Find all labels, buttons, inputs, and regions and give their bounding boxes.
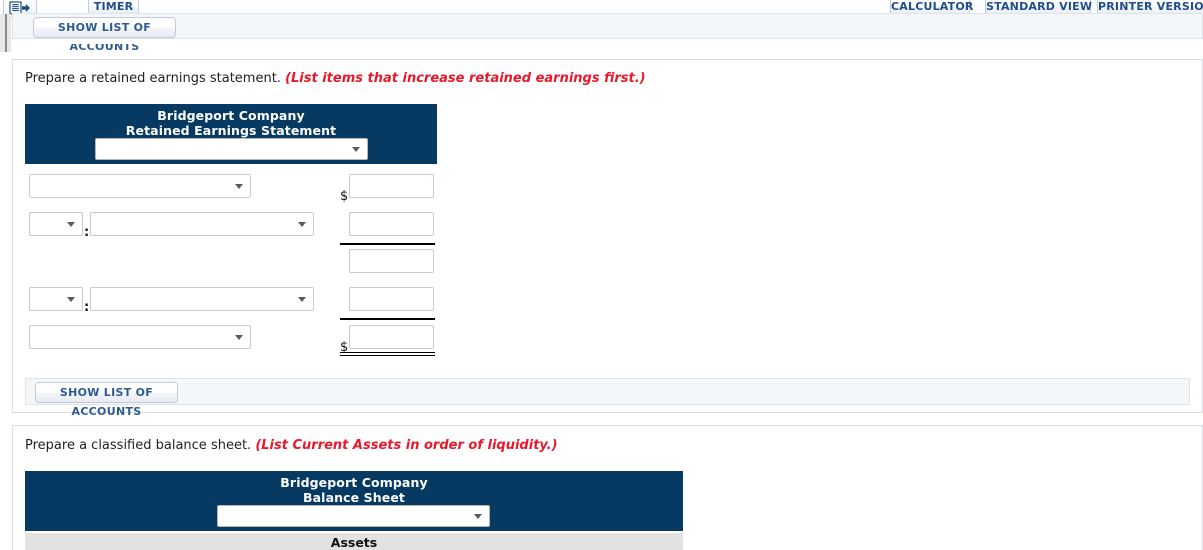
re-statement-title: Retained Earnings Statement: [125, 123, 337, 138]
accounts-bar-top: SHOW LIST OF ACCOUNTS: [12, 13, 1203, 53]
bs-company-name: Bridgeport Company: [280, 475, 428, 490]
re-row-4-label-select[interactable]: [90, 287, 314, 311]
bs-statement-title: Balance Sheet: [303, 490, 405, 505]
balance-sheet-prompt-hint: (List Current Assets in order of liquidi…: [255, 438, 558, 453]
page-root: TIMER CALCULATOR STANDARD VIEW PRINTER V…: [0, 0, 1203, 550]
retained-earnings-prompt: Prepare a retained earnings statement. (…: [25, 71, 646, 86]
chevron-down-icon: [352, 147, 360, 152]
re-row-1-dollar-sign: $: [340, 189, 349, 204]
balance-sheet-prompt: Prepare a classified balance sheet. (Lis…: [25, 438, 558, 453]
re-row-2-prefix-select[interactable]: [29, 212, 83, 236]
re-row-2-colon: :: [84, 225, 90, 240]
chevron-down-icon: [67, 297, 75, 302]
re-row-4-amount-input[interactable]: [349, 287, 434, 311]
re-period-select[interactable]: [95, 138, 368, 160]
re-row-4-prefix-select[interactable]: [29, 287, 83, 311]
re-row-2-amount-input[interactable]: [349, 212, 434, 236]
accounts-bar-retained-earnings: SHOW LIST OF ACCOUNTS: [25, 378, 1190, 418]
re-subtotal-rule-1: [340, 243, 435, 245]
re-row-4-colon: :: [84, 300, 90, 315]
re-row-2-label-select[interactable]: [90, 212, 314, 236]
re-row-3-amount-input[interactable]: [349, 249, 434, 273]
re-row-5-label-select[interactable]: [29, 325, 251, 349]
re-row-5-amount-input[interactable]: [349, 325, 434, 349]
re-total-rule-top: [340, 318, 435, 320]
spacer-top: [12, 40, 1203, 44]
left-scrollbar-thumb[interactable]: [5, 14, 7, 52]
re-company-name: Bridgeport Company: [157, 108, 305, 123]
re-row-1-label-select[interactable]: [29, 174, 251, 198]
retained-earnings-prompt-hint: (List items that increase retained earni…: [285, 71, 646, 86]
chevron-down-icon: [67, 222, 75, 227]
chevron-down-icon: [474, 514, 482, 519]
balance-sheet-prompt-text: Prepare a classified balance sheet.: [25, 438, 252, 453]
show-list-of-accounts-button-top[interactable]: SHOW LIST OF ACCOUNTS: [33, 17, 176, 53]
re-total-double-rule: [340, 352, 435, 356]
re-row-1-amount-input[interactable]: [349, 174, 434, 198]
retained-earnings-prompt-text: Prepare a retained earnings statement.: [25, 71, 281, 86]
chevron-down-icon: [298, 222, 306, 227]
bs-date-select[interactable]: [217, 505, 490, 527]
bs-assets-section-header: Assets: [25, 533, 683, 550]
chevron-down-icon: [298, 297, 306, 302]
show-list-of-accounts-button-retained-earnings[interactable]: SHOW LIST OF ACCOUNTS: [35, 382, 178, 418]
chevron-down-icon: [235, 335, 243, 340]
chevron-down-icon: [235, 184, 243, 189]
